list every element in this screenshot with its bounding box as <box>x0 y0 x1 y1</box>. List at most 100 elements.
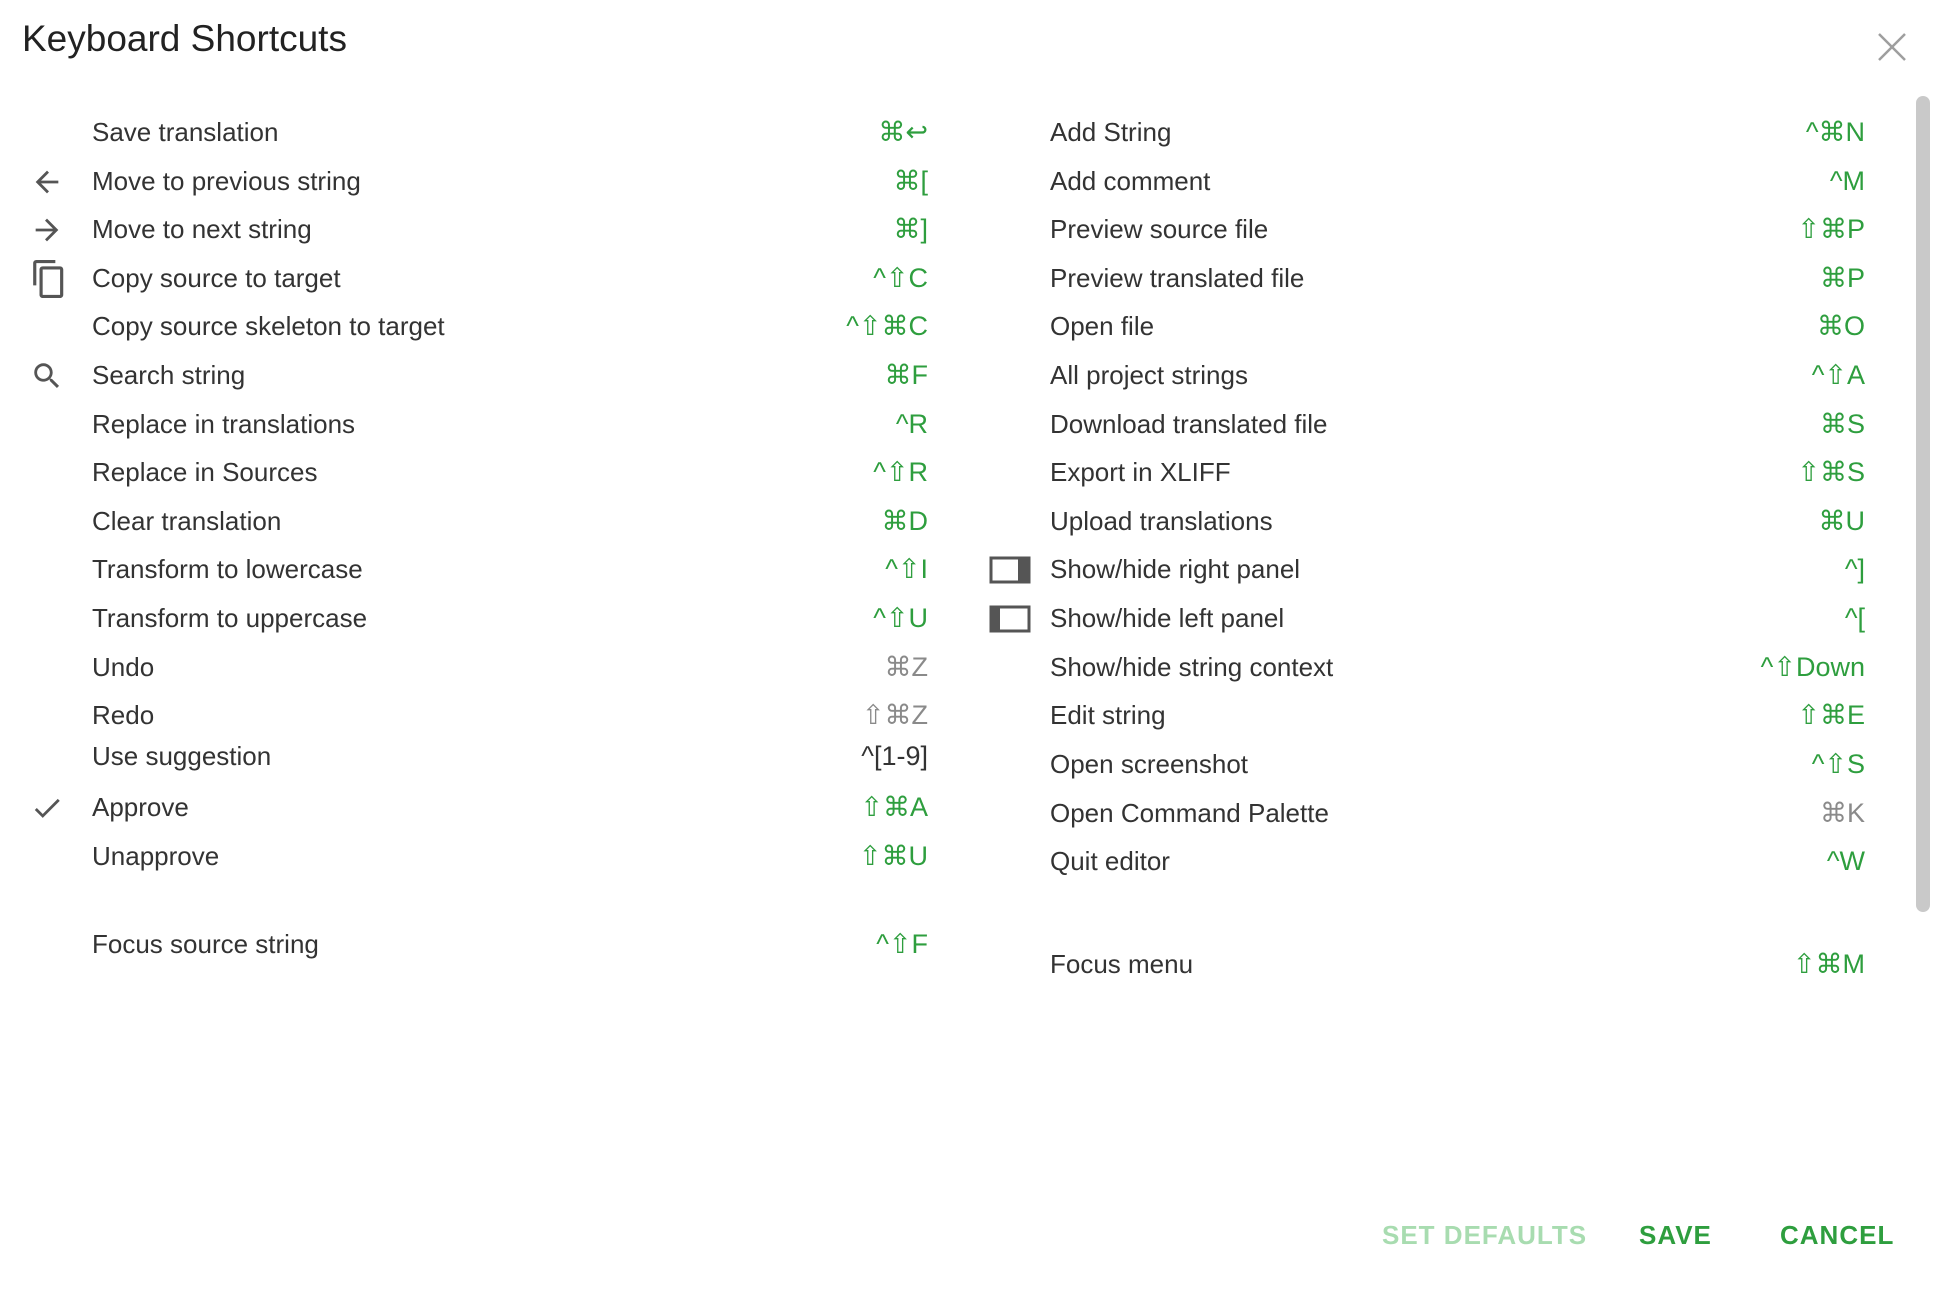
shortcut-label: Save translation <box>92 117 279 147</box>
shortcut-keys[interactable]: ⌘D <box>882 506 929 537</box>
shortcut-label: Replace in Sources <box>92 457 318 487</box>
shortcut-keys[interactable]: ⇧⌘A <box>860 792 928 823</box>
shortcut-row[interactable]: Transform to lowercase ^⇧I <box>0 546 940 594</box>
set-defaults-button[interactable]: SET DEFAULTS <box>1382 1220 1587 1251</box>
shortcut-keys[interactable]: ⇧⌘U <box>859 841 928 872</box>
shortcut-row[interactable]: Edit string ⇧⌘E <box>985 692 1865 740</box>
shortcut-label: Upload translations <box>1050 506 1273 536</box>
shortcut-label: Unapprove <box>92 841 220 871</box>
shortcut-keys[interactable]: ^⇧C <box>873 263 928 294</box>
shortcut-keys[interactable]: ^⇧I <box>885 554 928 585</box>
shortcut-keys[interactable]: ⌘↩ <box>878 117 928 148</box>
shortcut-keys[interactable]: ^] <box>1845 554 1865 585</box>
shortcut-keys[interactable]: ^⇧S <box>1812 749 1865 780</box>
shortcut-row[interactable]: Upload translations ⌘U <box>985 498 1865 546</box>
shortcut-row[interactable]: Move to previous string ⌘[ <box>0 158 940 206</box>
shortcut-row[interactable]: Approve ⇧⌘A <box>0 784 940 832</box>
shortcut-label: Preview translated file <box>1050 263 1305 293</box>
shortcut-keys[interactable]: ⌘U <box>1819 506 1866 537</box>
shortcut-row[interactable]: Focus source string ^⇧F <box>0 921 940 969</box>
shortcut-label: Open Command Palette <box>1050 798 1329 828</box>
shortcut-keys[interactable]: ^W <box>1827 846 1865 877</box>
shortcut-row[interactable]: Focus menu ⇧⌘M <box>985 941 1865 989</box>
shortcut-row[interactable]: Add comment ^M <box>985 158 1865 206</box>
shortcut-label: Replace in translations <box>92 409 356 439</box>
shortcut-row[interactable]: All project strings ^⇧A <box>985 352 1865 400</box>
shortcut-label: Search string <box>92 360 246 390</box>
close-icon[interactable] <box>1870 22 1910 66</box>
shortcut-row[interactable]: Unapprove ⇧⌘U <box>0 833 940 881</box>
shortcut-label: Copy source skeleton to target <box>92 311 445 341</box>
shortcut-row[interactable]: Quit editor ^W <box>985 838 1865 886</box>
shortcut-keys[interactable]: ^[ <box>1845 603 1865 634</box>
shortcut-row[interactable]: Open file ⌘O <box>985 303 1865 351</box>
shortcut-row[interactable]: Copy source skeleton to target ^⇧⌘C <box>0 303 940 351</box>
shortcut-keys[interactable]: ^⇧Down <box>1761 652 1865 683</box>
shortcut-row[interactable]: Show/hide string context ^⇧Down <box>985 644 1865 692</box>
arrow-right-icon <box>30 212 72 248</box>
shortcut-row[interactable]: Search string ⌘F <box>0 352 940 400</box>
shortcut-keys[interactable]: ⌘F <box>885 360 929 391</box>
shortcut-row[interactable]: Move to next string ⌘] <box>0 206 940 254</box>
shortcut-row[interactable]: Clear translation ⌘D <box>0 498 940 546</box>
shortcut-keys[interactable]: ^⇧⌘C <box>846 311 928 342</box>
shortcut-keys[interactable]: ⌘P <box>1820 263 1865 294</box>
shortcut-keys[interactable]: ^R <box>896 409 928 440</box>
shortcut-label: Open file <box>1050 311 1155 341</box>
shortcut-keys[interactable]: ⇧⌘S <box>1797 457 1865 488</box>
shortcut-keys[interactable]: ⇧⌘E <box>1797 700 1865 731</box>
shortcut-row[interactable]: Use suggestion ^[1-9] <box>0 733 940 781</box>
shortcut-label: Show/hide string context <box>1050 652 1334 682</box>
shortcut-keys[interactable]: ^⇧F <box>876 929 928 960</box>
shortcut-row[interactable]: Copy source to target ^⇧C <box>0 255 940 303</box>
shortcut-row[interactable]: Preview translated file ⌘P <box>985 255 1865 303</box>
shortcut-keys[interactable]: ^⌘N <box>1806 117 1865 148</box>
shortcut-label: Show/hide right panel <box>1050 554 1301 584</box>
shortcut-row[interactable]: Show/hide left panel ^[ <box>985 595 1865 643</box>
shortcut-row[interactable]: Download translated file ⌘S <box>985 401 1865 449</box>
shortcut-keys[interactable]: ⌘[ <box>893 166 928 197</box>
shortcut-row[interactable]: Replace in Sources ^⇧R <box>0 449 940 497</box>
shortcuts-list: Save translation ⌘↩ Move to previous strin… <box>0 92 1910 1188</box>
shortcut-row[interactable]: Add String ^⌘N <box>985 109 1865 157</box>
shortcut-keys[interactable]: ⌘K <box>1820 798 1865 829</box>
shortcut-keys[interactable]: ⌘S <box>1820 409 1865 440</box>
arrow-left-icon <box>30 164 72 200</box>
shortcut-row[interactable]: Transform to uppercase ^⇧U <box>0 595 940 643</box>
shortcut-label: Move to next string <box>92 214 312 244</box>
shortcut-keys[interactable]: ⇧⌘M <box>1793 949 1865 980</box>
cancel-button[interactable]: CANCEL <box>1780 1220 1894 1251</box>
shortcut-keys[interactable]: ^⇧R <box>873 457 928 488</box>
shortcut-row[interactable]: Show/hide right panel ^] <box>985 546 1865 594</box>
scrollbar-thumb[interactable] <box>1916 96 1930 912</box>
shortcut-row[interactable]: Save translation ⌘↩ <box>0 109 940 157</box>
shortcut-row[interactable]: Replace in translations ^R <box>0 401 940 449</box>
shortcut-keys[interactable]: ⌘O <box>1817 311 1865 342</box>
shortcut-keys[interactable]: ⇧⌘Z <box>862 700 928 731</box>
shortcut-keys[interactable]: ⇧⌘P <box>1797 214 1865 245</box>
shortcut-label: Export in XLIFF <box>1050 457 1231 487</box>
shortcut-row[interactable]: Open Command Palette ⌘K <box>985 790 1865 838</box>
shortcut-keys[interactable]: ^[1-9] <box>861 741 928 772</box>
shortcut-keys[interactable]: ⌘] <box>893 214 928 245</box>
shortcut-keys[interactable]: ^⇧A <box>1812 360 1865 391</box>
check-icon <box>30 790 72 826</box>
shortcut-keys[interactable]: ⌘Z <box>885 652 929 683</box>
copy-icon <box>30 260 72 298</box>
shortcut-label: Transform to uppercase <box>92 603 368 633</box>
shortcut-keys[interactable]: ^M <box>1830 166 1865 197</box>
shortcut-label: Focus menu <box>1050 949 1194 979</box>
shortcut-row[interactable]: Undo ⌘Z <box>0 644 940 692</box>
left-panel-icon <box>989 601 1031 637</box>
shortcut-row[interactable]: Preview source file ⇧⌘P <box>985 206 1865 254</box>
save-button[interactable]: SAVE <box>1639 1220 1712 1251</box>
shortcut-row[interactable]: Open screenshot ^⇧S <box>985 741 1865 789</box>
shortcut-label: Download translated file <box>1050 409 1328 439</box>
shortcut-row[interactable]: Export in XLIFF ⇧⌘S <box>985 449 1865 497</box>
right-panel-icon <box>989 552 1031 588</box>
shortcut-label: Move to previous string <box>92 166 361 196</box>
shortcut-label: Transform to lowercase <box>92 554 363 584</box>
shortcut-label: Approve <box>92 792 189 822</box>
shortcut-label: Add comment <box>1050 166 1211 196</box>
shortcut-keys[interactable]: ^⇧U <box>873 603 928 634</box>
